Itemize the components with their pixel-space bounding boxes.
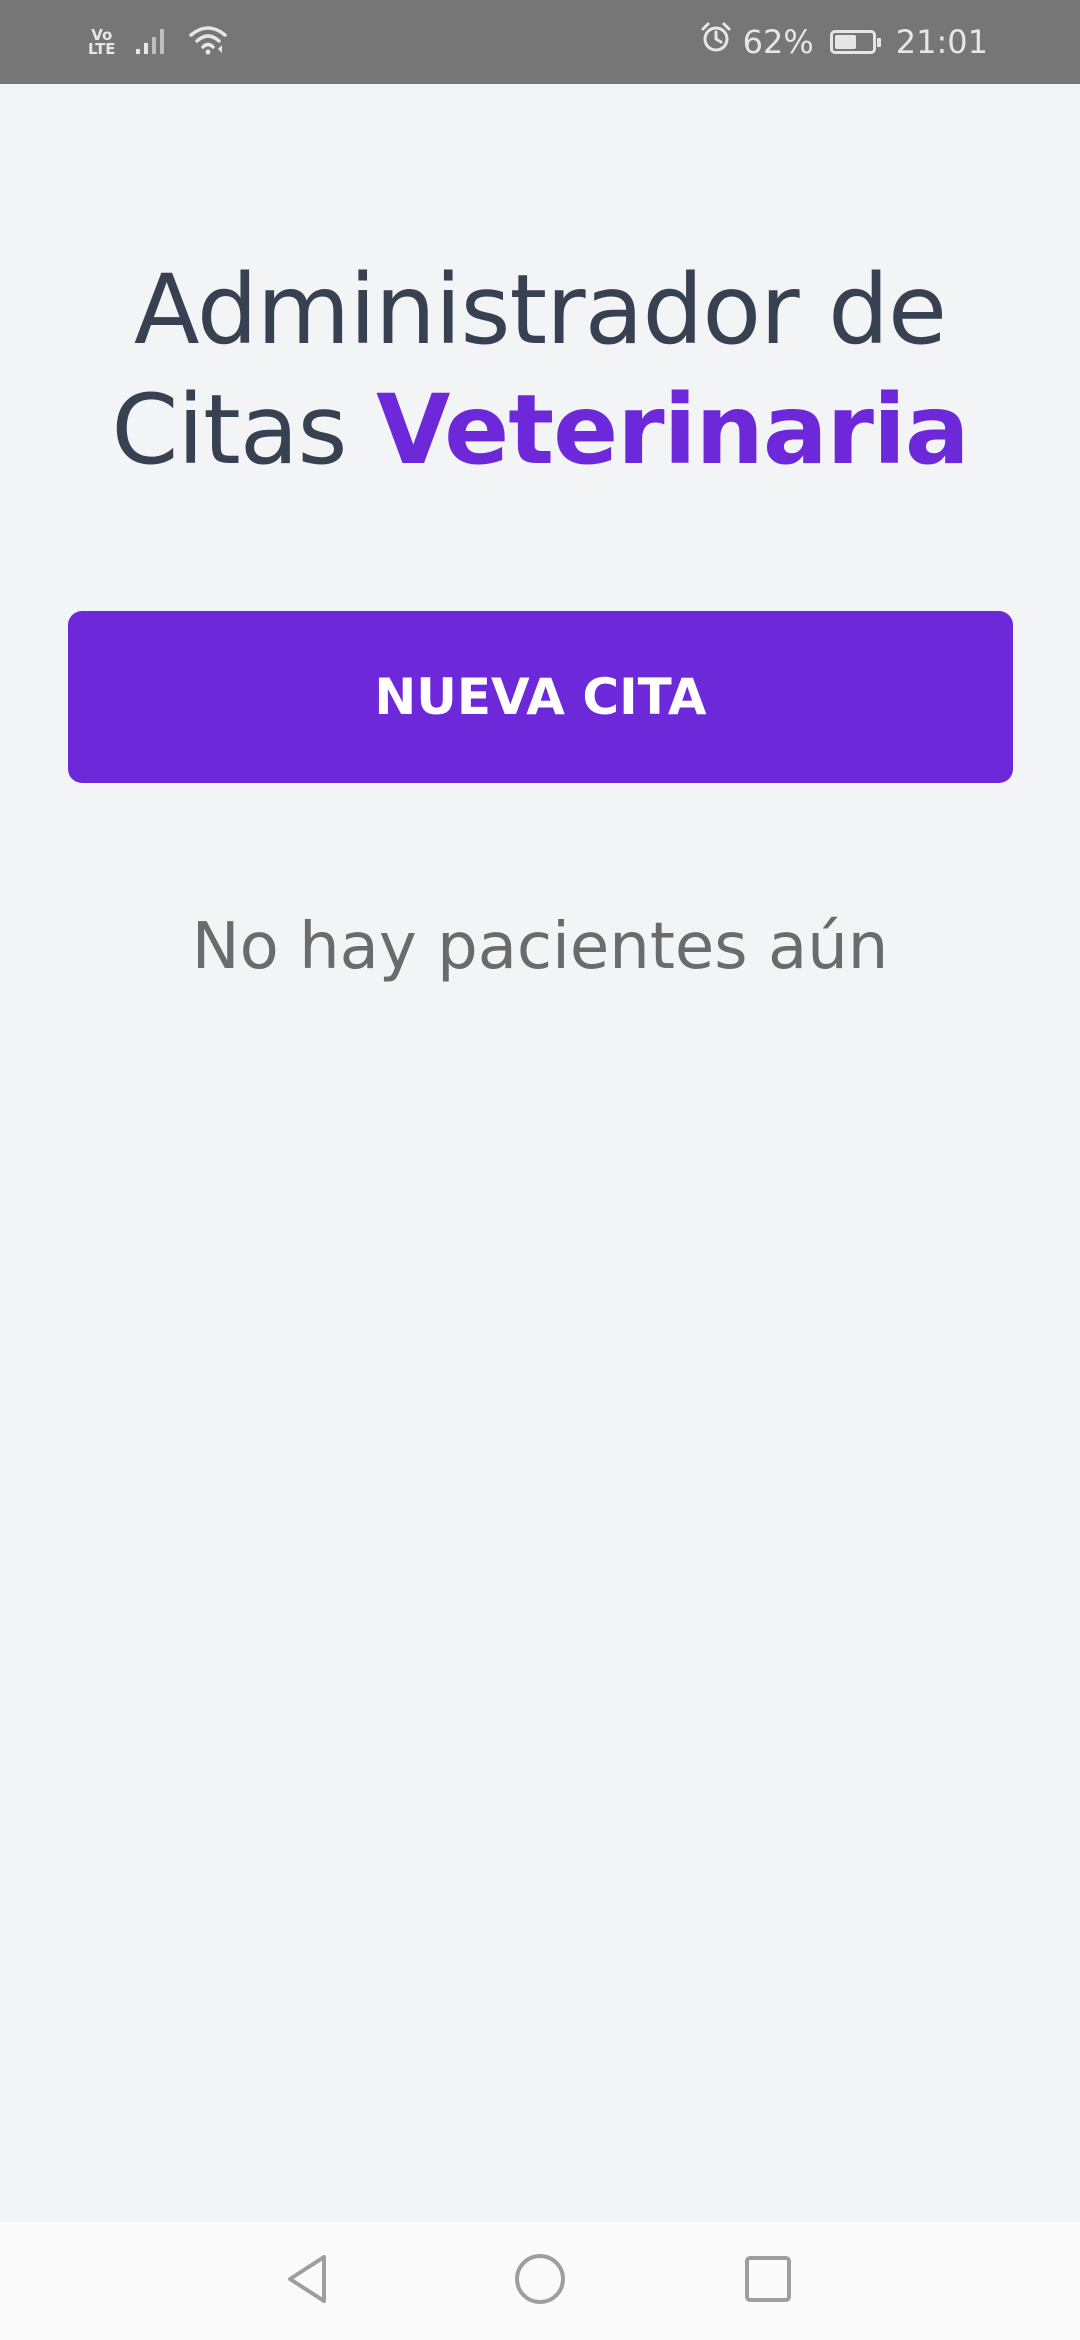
empty-patients-message: No hay pacientes aún (191, 910, 889, 984)
battery-percent: 62% (742, 23, 814, 61)
status-bar: Vo LTE 62% 21:01 (0, 0, 1080, 84)
navigation-bar (0, 2222, 1080, 2340)
volte-indicator: Vo LTE (88, 28, 116, 58)
new-appointment-button[interactable]: Nueva Cita (68, 611, 1013, 783)
battery-icon (829, 30, 881, 54)
volte-bottom: LTE (88, 40, 116, 58)
status-left: Vo LTE (88, 0, 228, 84)
home-icon (512, 2251, 568, 2312)
clock: 21:01 (895, 23, 988, 61)
page-title: Administrador de Citas Veterinaria (60, 250, 1020, 490)
back-icon (282, 2251, 334, 2312)
wifi-icon (188, 23, 228, 62)
signal-icon (134, 25, 170, 60)
home-button[interactable] (480, 2222, 600, 2340)
recents-button[interactable] (708, 2222, 828, 2340)
back-button[interactable] (248, 2222, 368, 2340)
status-right: 62% 21:01 (699, 0, 988, 84)
battery-fill (834, 35, 856, 49)
recents-icon (742, 2253, 794, 2310)
title-accent: Veterinaria (376, 374, 970, 486)
alarm-icon (699, 21, 733, 63)
